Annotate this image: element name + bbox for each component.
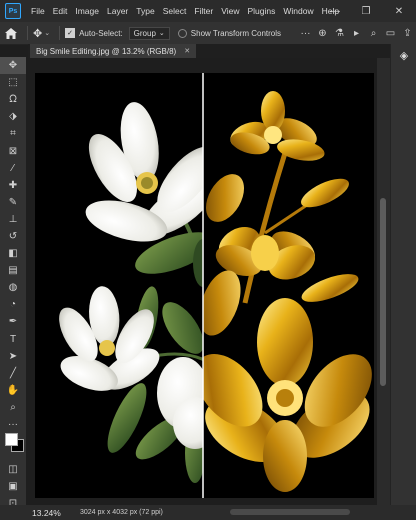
tool-preset-chevron-icon[interactable]: ⌄ [44, 29, 50, 37]
vertical-scrollbar[interactable] [377, 58, 390, 505]
path-select-icon[interactable]: ➤ [0, 348, 26, 365]
document-tab-bar: Big Smile Editing.jpg @ 13.2% (RGB/8) ✕ [28, 44, 390, 58]
auto-select-target-dropdown[interactable]: Group ⌄ [128, 26, 170, 40]
right-panel-dock: ◈ [390, 44, 416, 505]
crop-icon[interactable]: ⌗ [0, 125, 26, 142]
clone-stamp-icon[interactable]: ⊥ [0, 211, 26, 228]
vertical-scroll-thumb[interactable] [380, 198, 386, 386]
auto-select-checkbox[interactable]: ✓ [65, 28, 76, 38]
horizontal-scroll-thumb[interactable] [230, 509, 350, 515]
gradient-icon[interactable]: ▤ [0, 262, 26, 279]
menu-layer[interactable]: Layer [103, 6, 132, 16]
menu-bar: Ps File Edit Image Layer Type Select Filter Vie… [0, 0, 416, 22]
auto-select-label: Auto-Select: [79, 28, 123, 38]
object-select-icon[interactable]: ⬗ [0, 108, 26, 125]
workspace-icon[interactable]: ▭ [382, 28, 399, 39]
history-brush-icon[interactable]: ↺ [0, 228, 26, 245]
home-icon[interactable] [0, 27, 22, 39]
search-icon[interactable]: ⌕ [365, 28, 382, 39]
eyedropper-icon[interactable]: ⁄ [0, 160, 26, 177]
transform-controls-checkbox[interactable] [177, 28, 187, 38]
quick-mask-icon[interactable]: ◫ [0, 461, 26, 478]
menu-edit[interactable]: Edit [49, 6, 72, 16]
lab-icon[interactable]: ⚗ [331, 28, 348, 39]
menu-window[interactable]: Window [279, 6, 317, 16]
screen-mode-icon[interactable]: ▣ [0, 478, 26, 495]
menu-items: File Edit Image Layer Type Select Filter View Pl… [27, 6, 343, 16]
document-canvas[interactable] [35, 73, 374, 498]
frame-icon[interactable]: ⊠ [0, 142, 26, 159]
type-icon[interactable]: T [0, 331, 26, 348]
minimize-button[interactable]: — [324, 0, 346, 22]
menu-file[interactable]: File [27, 6, 49, 16]
status-bar: 13.24% 3024 px x 4032 px (72 ppi) [0, 505, 416, 520]
artboard-marquee-icon[interactable]: ⬚ [0, 74, 26, 91]
zoom-icon[interactable]: ⌕ [0, 399, 26, 416]
menu-plugins[interactable]: Plugins [243, 6, 279, 16]
brush-icon[interactable]: ✎ [0, 194, 26, 211]
options-bar: ✥ ⌄ ✓ Auto-Select: Group ⌄ Show Transfor… [0, 22, 416, 45]
close-button[interactable]: ✕ [388, 0, 410, 22]
maximize-button[interactable]: ❐ [355, 0, 377, 22]
menu-type[interactable]: Type [132, 6, 158, 16]
move-tool-icon[interactable]: ✥ [33, 27, 42, 40]
line-icon[interactable]: ╱ [0, 365, 26, 382]
foreground-color-swatch[interactable] [5, 433, 18, 446]
zoom-level[interactable]: 13.24% [32, 508, 72, 518]
pen-icon[interactable]: ✒ [0, 313, 26, 330]
document-tab-title: Big Smile Editing.jpg @ 13.2% (RGB/8) [36, 46, 177, 56]
play-icon[interactable]: ▸ [348, 28, 365, 39]
layers-panel-icon[interactable]: ◈ [391, 44, 416, 66]
canvas-area[interactable] [28, 58, 390, 505]
menu-select[interactable]: Select [159, 6, 191, 16]
share-icon[interactable]: ⇪ [399, 28, 416, 39]
3d-mode-icon[interactable]: ⊕ [314, 28, 331, 39]
photoshop-logo-icon[interactable]: Ps [5, 3, 21, 19]
blur-icon[interactable]: ◍ [0, 279, 26, 296]
flower-artwork-image [35, 73, 374, 498]
menu-view[interactable]: View [217, 6, 243, 16]
more-options-icon[interactable]: ··· [297, 28, 314, 39]
healing-brush-icon[interactable]: ✚ [0, 177, 26, 194]
eraser-icon[interactable]: ◧ [0, 245, 26, 262]
more-tools-icon[interactable]: ··· [0, 416, 26, 433]
options-bar-right: ··· ⊕ ⚗ ▸ ⌕ ▭ ⇪ [297, 22, 416, 44]
divider [59, 26, 61, 40]
dodge-icon[interactable]: ◔ [0, 296, 26, 313]
auto-select-target-value: Group [133, 28, 156, 38]
close-tab-icon[interactable]: ✕ [184, 47, 190, 55]
menu-filter[interactable]: Filter [190, 6, 217, 16]
document-tab[interactable]: Big Smile Editing.jpg @ 13.2% (RGB/8) ✕ [30, 44, 197, 58]
divider [27, 26, 28, 40]
transform-controls-label: Show Transform Controls [190, 28, 282, 38]
hand-icon[interactable]: ✋ [0, 382, 26, 399]
chevron-down-icon: ⌄ [158, 30, 165, 37]
lasso-icon[interactable]: ᘯ [0, 91, 26, 108]
document-info[interactable]: 3024 px x 4032 px (72 ppi) [80, 509, 163, 516]
move-tool-icon[interactable]: ✥ [0, 57, 26, 75]
menu-image[interactable]: Image [71, 6, 103, 16]
